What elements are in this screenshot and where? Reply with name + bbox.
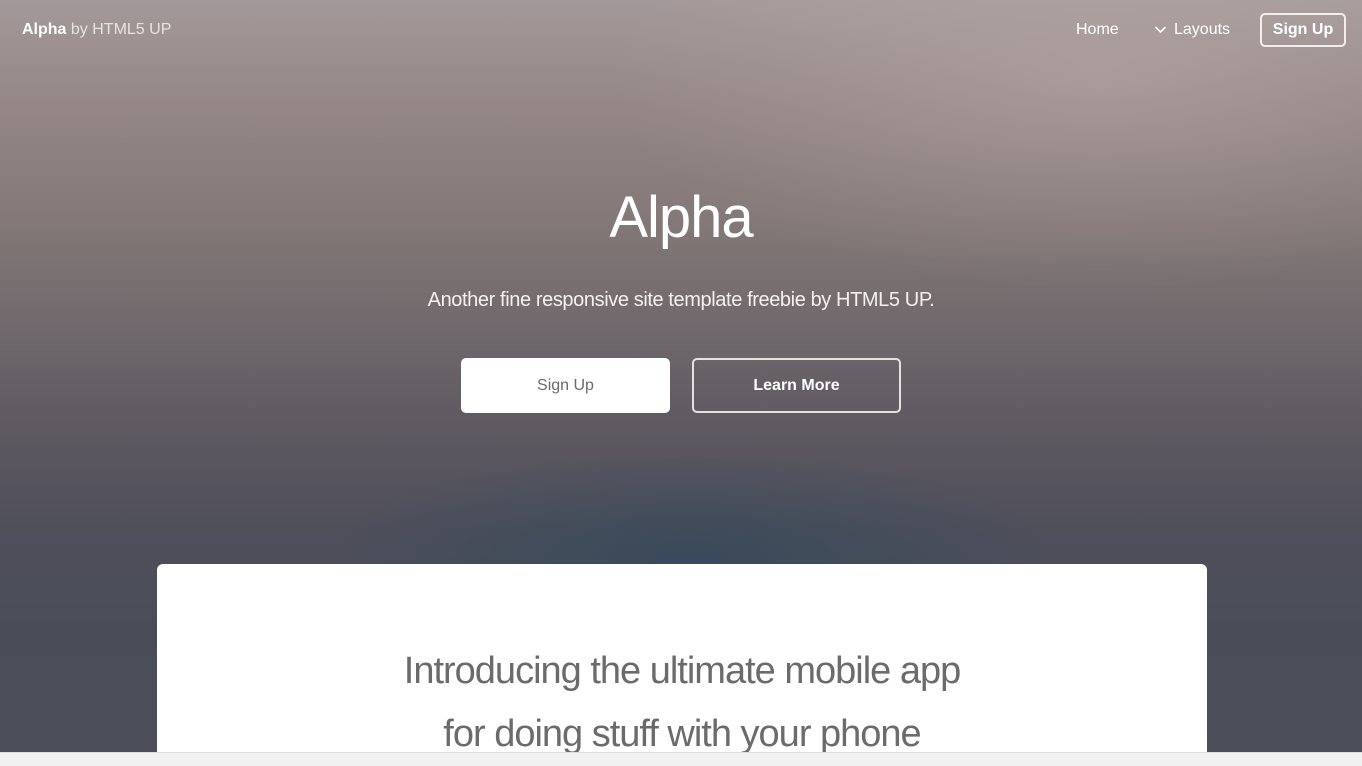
site-logo-link[interactable]: Alpha by HTML5 UP: [22, 21, 171, 39]
header-bar: Alpha by HTML5 UP Home Layouts Sign Up: [0, 0, 1362, 62]
hero-learn-more-button[interactable]: Learn More: [692, 358, 901, 413]
brand-name: Alpha: [22, 21, 67, 38]
hero-signup-button[interactable]: Sign Up: [461, 358, 670, 413]
nav-signup-button[interactable]: Sign Up: [1260, 13, 1346, 47]
hero-subtitle: Another fine responsive site template fr…: [427, 289, 935, 311]
nav-layouts-label: Layouts: [1174, 21, 1231, 38]
horizontal-scrollbar[interactable]: [0, 752, 1362, 766]
intro-card: Introducing the ultimate mobile app for …: [157, 564, 1207, 764]
nav-home-link[interactable]: Home: [1076, 21, 1119, 39]
nav-layouts-dropdown[interactable]: Layouts: [1155, 21, 1230, 39]
hero-title: Alpha: [609, 185, 753, 250]
chevron-down-icon: [1155, 26, 1166, 33]
intro-heading-line-1: Introducing the ultimate mobile app: [403, 650, 961, 692]
intro-heading-line-2: for doing stuff with your phone: [443, 713, 921, 755]
brand-suffix: by HTML5 UP: [70, 21, 172, 38]
